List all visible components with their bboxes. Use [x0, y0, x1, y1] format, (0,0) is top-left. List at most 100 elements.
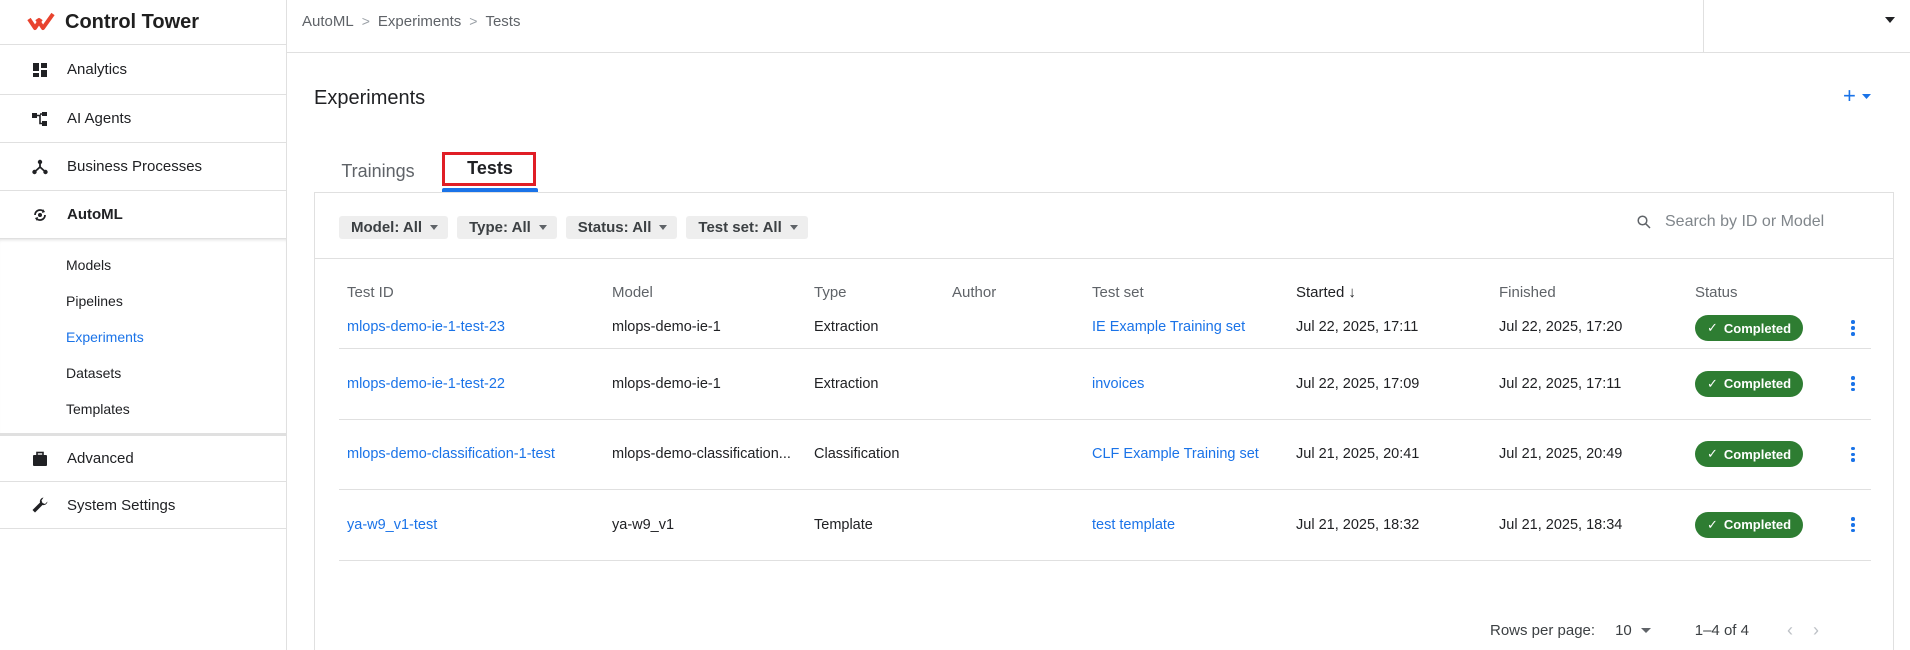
sidebar-item-ai-agents[interactable]: AI Agents — [0, 94, 286, 142]
finished-cell: Jul 21, 2025, 20:49 — [1499, 446, 1623, 463]
type-cell: Extraction — [814, 319, 879, 335]
model-cell: mlops-demo-classification... — [612, 446, 791, 463]
page-title: Experiments — [314, 87, 426, 109]
more-vert-icon[interactable] — [1851, 516, 1855, 534]
sidebar-item-label: Business Processes — [67, 158, 203, 175]
more-vert-icon[interactable] — [1851, 445, 1855, 463]
filter-test-set[interactable]: Test set: All — [686, 216, 808, 239]
caret-down-icon — [430, 225, 439, 230]
sidebar-item-system-settings[interactable]: System Settings — [0, 481, 286, 529]
status-label: Completed — [1723, 446, 1792, 462]
filter-label: Type: All — [469, 219, 531, 236]
col-test-set[interactable]: Test set — [1084, 284, 1288, 301]
col-finished[interactable]: Finished — [1491, 284, 1695, 301]
col-model[interactable]: Model — [604, 284, 806, 301]
arrow-down-icon: ↓ — [1348, 283, 1356, 301]
test-id-link[interactable]: mlops-demo-classification-1-test — [347, 446, 555, 462]
brand[interactable]: Control Tower — [0, 0, 286, 44]
sidebar: Control Tower Analytics AI Agents Busine… — [0, 0, 287, 650]
col-status[interactable]: Status — [1695, 284, 1835, 301]
account-menu[interactable] — [1703, 0, 1910, 53]
caret-down-icon — [538, 225, 547, 230]
rows-per-page-label: Rows per page: — [1490, 622, 1596, 639]
col-type[interactable]: Type — [806, 284, 944, 301]
search-input[interactable] — [1665, 213, 1865, 231]
status-badge: ✓ Completed — [1695, 511, 1804, 538]
test-id-link[interactable]: ya-w9_v1-test — [347, 517, 437, 533]
caret-down-icon — [659, 225, 668, 230]
table-row[interactable]: mlops-demo-ie-1-test-23 mlops-demo-ie-1 … — [339, 305, 1871, 349]
started-cell: Jul 21, 2025, 18:32 — [1296, 516, 1420, 533]
col-started-label: Started — [1296, 283, 1345, 301]
sidebar-item-label: Analytics — [67, 61, 128, 78]
test-id-link[interactable]: mlops-demo-ie-1-test-23 — [347, 319, 505, 335]
table-row[interactable]: mlops-demo-ie-1-test-22 mlops-demo-ie-1 … — [339, 349, 1871, 420]
test-set-link[interactable]: IE Example Training set — [1092, 319, 1245, 335]
filter-model[interactable]: Model: All — [339, 216, 449, 239]
test-id-link[interactable]: mlops-demo-ie-1-test-22 — [347, 376, 505, 392]
type-cell: Extraction — [814, 375, 879, 392]
col-author[interactable]: Author — [944, 284, 1084, 301]
subnav-item-templates[interactable]: Templates — [0, 391, 286, 427]
tab-trainings[interactable]: Trainings — [314, 150, 442, 192]
subnav-item-datasets[interactable]: Datasets — [0, 355, 286, 391]
sidebar-item-analytics[interactable]: Analytics — [0, 44, 286, 94]
table-row[interactable]: mlops-demo-classification-1-test mlops-d… — [339, 420, 1871, 490]
breadcrumb-experiments[interactable]: Experiments — [378, 13, 461, 30]
add-experiment-button[interactable]: + — [1843, 85, 1871, 107]
more-vert-icon[interactable] — [1851, 375, 1855, 393]
started-cell: Jul 22, 2025, 17:11 — [1296, 319, 1419, 335]
pagination: Rows per page: 10 1–4 of 4 ‹ › — [1490, 620, 1839, 641]
model-cell: mlops-demo-ie-1 — [612, 319, 721, 335]
tabs: Trainings Tests — [314, 150, 538, 192]
finished-cell: Jul 22, 2025, 17:20 — [1499, 319, 1623, 335]
more-vert-icon[interactable] — [1851, 319, 1855, 337]
filter-label: Test set: All — [698, 219, 782, 236]
breadcrumb-tests: Tests — [485, 12, 521, 30]
status-label: Completed — [1723, 517, 1792, 533]
sidebar-item-advanced[interactable]: Advanced — [0, 433, 286, 481]
sidebar-item-business-processes[interactable]: Business Processes — [0, 142, 286, 190]
model-cell: ya-w9_v1 — [612, 516, 675, 533]
tab-label: Tests — [467, 157, 513, 178]
sidebar-item-automl[interactable]: AutoML — [0, 190, 286, 238]
finished-cell: Jul 21, 2025, 18:34 — [1499, 516, 1623, 533]
status-badge: ✓ Completed — [1695, 441, 1804, 468]
filter-label: Status: All — [577, 219, 652, 236]
test-set-link[interactable]: test template — [1092, 517, 1175, 533]
filter-type[interactable]: Type: All — [457, 216, 557, 239]
tab-tests[interactable]: Tests — [442, 150, 538, 192]
page-range: 1–4 of 4 — [1694, 622, 1749, 639]
test-set-link[interactable]: invoices — [1092, 376, 1144, 392]
subnav-item-models[interactable]: Models — [0, 247, 286, 283]
breadcrumb-automl[interactable]: AutoML — [302, 13, 354, 30]
sidebar-item-label: Advanced — [67, 450, 134, 467]
plus-icon: + — [1843, 83, 1856, 108]
tests-panel: Model: All Type: All Status: All Test se… — [314, 192, 1894, 650]
test-set-link[interactable]: CLF Example Training set — [1092, 446, 1259, 462]
automl-icon — [30, 205, 50, 225]
chevron-right-icon[interactable]: › — [1813, 620, 1819, 641]
search-icon — [1637, 215, 1651, 229]
tests-table: Test ID Model Type Author Test set Start… — [339, 279, 1871, 561]
check-icon: ✓ — [1707, 516, 1718, 532]
wrench-icon — [30, 495, 50, 515]
col-started[interactable]: Started ↓ — [1288, 284, 1491, 301]
col-test-id[interactable]: Test ID — [339, 284, 604, 301]
check-icon: ✓ — [1707, 446, 1718, 462]
automl-subnav: Models Pipelines Experiments Datasets Te… — [0, 238, 286, 433]
status-label: Completed — [1723, 376, 1792, 392]
subnav-item-pipelines[interactable]: Pipelines — [0, 283, 286, 319]
rows-per-page-select[interactable]: 10 — [1615, 622, 1651, 639]
status-label: Completed — [1723, 320, 1792, 336]
status-badge: ✓ Completed — [1695, 315, 1804, 341]
type-cell: Classification — [814, 446, 900, 463]
chevron-left-icon[interactable]: ‹ — [1787, 620, 1793, 641]
tab-label: Trainings — [341, 160, 415, 181]
page-nav: ‹ › — [1787, 620, 1839, 641]
caret-down-icon — [1640, 628, 1651, 633]
table-row[interactable]: ya-w9_v1-test ya-w9_v1 Template test tem… — [339, 490, 1871, 561]
subnav-item-experiments[interactable]: Experiments — [0, 319, 286, 355]
filter-label: Model: All — [351, 219, 423, 236]
filter-status[interactable]: Status: All — [565, 216, 678, 239]
